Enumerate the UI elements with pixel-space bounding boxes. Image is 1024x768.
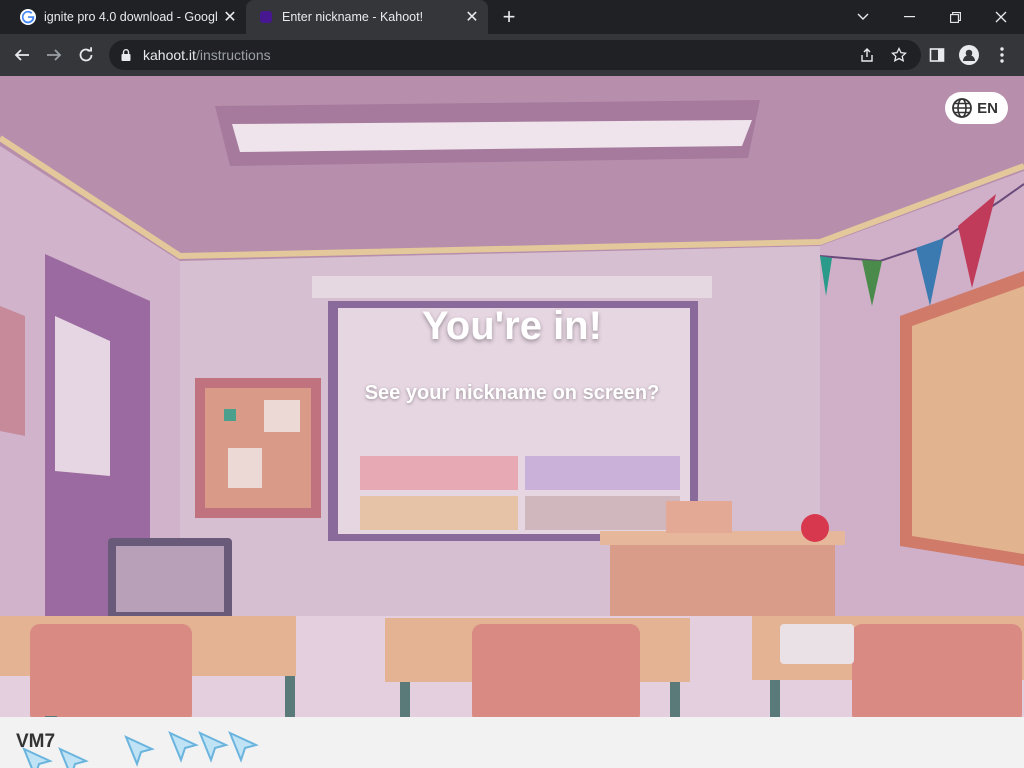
close-window-button[interactable] xyxy=(978,0,1024,34)
more-menu-icon[interactable] xyxy=(992,45,1012,65)
language-selector[interactable]: EN xyxy=(945,92,1008,124)
minimize-button[interactable] xyxy=(886,0,932,34)
tab-title: Enter nickname - Kahoot! xyxy=(282,10,424,24)
tab-kahoot[interactable]: Enter nickname - Kahoot! ✕ xyxy=(246,0,488,34)
lock-icon xyxy=(121,49,131,61)
player-status-bar: VM7 xyxy=(0,717,1024,768)
cursor-decoration-icon xyxy=(22,747,53,768)
language-code: EN xyxy=(977,99,998,117)
kahoot-icon xyxy=(260,11,272,23)
arrow-left-icon xyxy=(14,49,29,61)
tab-google-search[interactable]: ignite pro 4.0 download - Googl ✕ xyxy=(8,0,246,34)
close-tab-icon[interactable]: ✕ xyxy=(218,5,242,29)
browser-toolbar: kahoot.it/instructions xyxy=(0,34,1024,76)
tab-search-chevron-icon[interactable] xyxy=(840,0,886,34)
share-icon[interactable] xyxy=(859,47,875,63)
arrow-right-icon xyxy=(47,49,62,61)
bookmark-star-icon[interactable] xyxy=(891,47,907,63)
cursor-decoration-icon xyxy=(124,735,155,767)
restore-button[interactable] xyxy=(932,0,978,34)
profile-avatar-icon[interactable] xyxy=(959,45,979,65)
reload-icon xyxy=(79,47,93,62)
kahoot-instructions-page: EN You're in! See your nickname on scree… xyxy=(0,76,1024,768)
cursor-decoration-icon xyxy=(228,731,259,763)
forward-button[interactable] xyxy=(40,41,68,69)
back-button[interactable] xyxy=(8,41,36,69)
classroom-background xyxy=(0,76,1024,768)
globe-icon xyxy=(952,98,973,118)
close-tab-icon[interactable]: ✕ xyxy=(460,5,484,29)
new-tab-button[interactable]: + xyxy=(496,4,522,29)
tab-strip: ignite pro 4.0 download - Googl ✕ Enter … xyxy=(0,0,1024,34)
reload-button[interactable] xyxy=(72,41,100,69)
address-bar[interactable]: kahoot.it/instructions xyxy=(109,40,921,70)
cursor-decoration-icon xyxy=(58,747,89,768)
url-text: kahoot.it/instructions xyxy=(143,47,271,63)
side-panel-icon[interactable] xyxy=(927,45,947,65)
google-g-icon xyxy=(20,9,36,25)
tab-title: ignite pro 4.0 download - Googl xyxy=(44,10,218,24)
cursor-decoration-icon xyxy=(168,731,199,763)
page-title: You're in! xyxy=(422,304,602,348)
cursor-decoration-icon xyxy=(198,731,229,763)
instruction-text: See your nickname on screen? xyxy=(364,382,660,404)
